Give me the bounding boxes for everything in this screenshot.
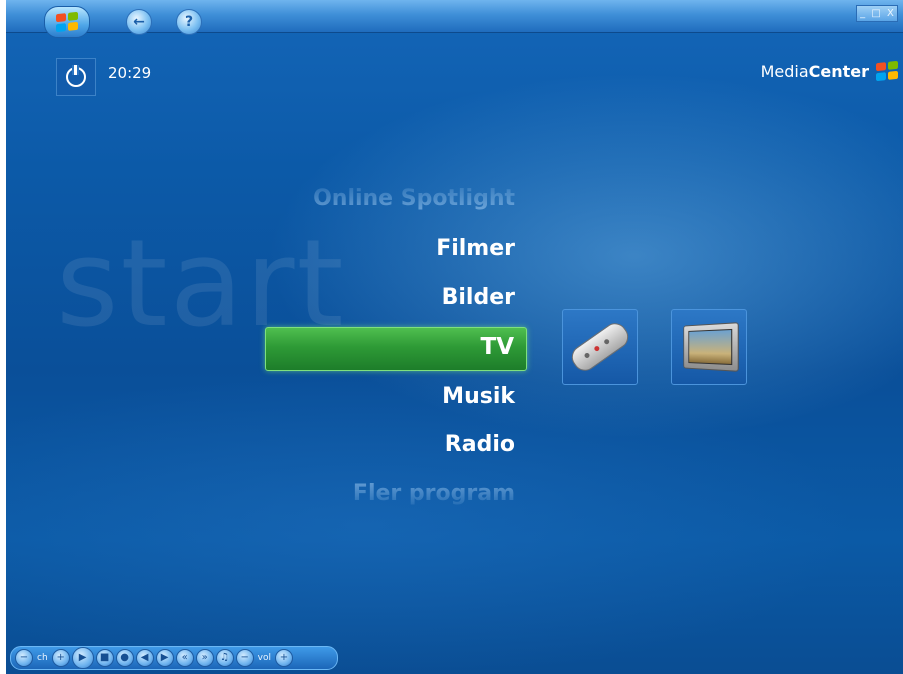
record-button[interactable]: ● bbox=[115, 649, 134, 667]
remote-control-icon bbox=[567, 318, 633, 376]
channel-down-button[interactable]: − bbox=[15, 649, 33, 667]
title-bar: ← ? _ □ X bbox=[6, 0, 903, 38]
transport-controls: − ch + ▶ ■ ● ◀ ▶ « » ♫ − vol + bbox=[10, 646, 338, 670]
stop-button[interactable]: ■ bbox=[95, 649, 114, 667]
window-controls: _ □ X bbox=[856, 5, 898, 22]
mute-icon: ♫ bbox=[220, 652, 230, 663]
brand-media: Media bbox=[760, 62, 809, 81]
channel-up-button[interactable]: + bbox=[51, 649, 70, 667]
volume-down-button[interactable]: − bbox=[235, 649, 254, 667]
back-button[interactable]: ← bbox=[126, 9, 152, 35]
menu-item-radio[interactable]: Radio bbox=[255, 432, 515, 457]
play-button[interactable]: ▶ bbox=[71, 647, 94, 669]
skip-forward-button[interactable]: » bbox=[195, 649, 214, 667]
brand-center: Center bbox=[808, 62, 869, 81]
record-icon: ● bbox=[120, 652, 130, 663]
skip-forward-icon: » bbox=[201, 652, 208, 663]
back-arrow-icon: ← bbox=[133, 14, 145, 30]
menu-item-bilder[interactable]: Bilder bbox=[255, 285, 515, 310]
tv-screen-icon bbox=[683, 322, 739, 372]
volume-label: vol bbox=[257, 653, 271, 663]
help-icon: ? bbox=[184, 14, 194, 30]
close-button[interactable]: X bbox=[887, 8, 894, 19]
channel-label: ch bbox=[37, 653, 48, 663]
skip-back-icon: « bbox=[181, 652, 188, 663]
mute-button[interactable]: ♫ bbox=[215, 649, 234, 667]
windows-flag-icon bbox=[56, 11, 78, 33]
stop-icon: ■ bbox=[99, 652, 110, 663]
skip-back-button[interactable]: « bbox=[175, 649, 194, 667]
forward-icon: ▶ bbox=[160, 652, 169, 663]
clock: 20:29 bbox=[108, 64, 152, 82]
maximize-button[interactable]: □ bbox=[871, 8, 880, 19]
menu-item-filmer[interactable]: Filmer bbox=[255, 236, 515, 261]
menu-item-online-spotlight[interactable]: Online Spotlight bbox=[255, 186, 515, 211]
volume-up-button[interactable]: + bbox=[275, 649, 293, 667]
windows-flag-icon bbox=[876, 60, 898, 82]
media-center-window: ← ? _ □ X 20:29 MediaCenter start Online… bbox=[6, 0, 903, 674]
menu-item-tv-label: TV bbox=[480, 334, 515, 360]
tile-remote[interactable] bbox=[562, 309, 638, 385]
minimize-button[interactable]: _ bbox=[860, 8, 865, 19]
power-button[interactable] bbox=[56, 58, 96, 96]
forward-button[interactable]: ▶ bbox=[155, 649, 174, 667]
menu-item-tv[interactable]: TV bbox=[265, 327, 527, 371]
brand-label: MediaCenter bbox=[761, 62, 869, 81]
play-icon: ▶ bbox=[78, 652, 87, 663]
start-button[interactable] bbox=[44, 6, 90, 38]
menu-item-musik[interactable]: Musik bbox=[255, 384, 515, 409]
menu-item-fler-program[interactable]: Fler program bbox=[255, 481, 515, 506]
brand-logo bbox=[873, 58, 901, 84]
power-icon bbox=[66, 65, 86, 87]
rewind-icon: ◀ bbox=[140, 652, 149, 663]
help-button[interactable]: ? bbox=[176, 9, 202, 35]
rewind-button[interactable]: ◀ bbox=[135, 649, 154, 667]
tile-tv-screen[interactable] bbox=[671, 309, 747, 385]
